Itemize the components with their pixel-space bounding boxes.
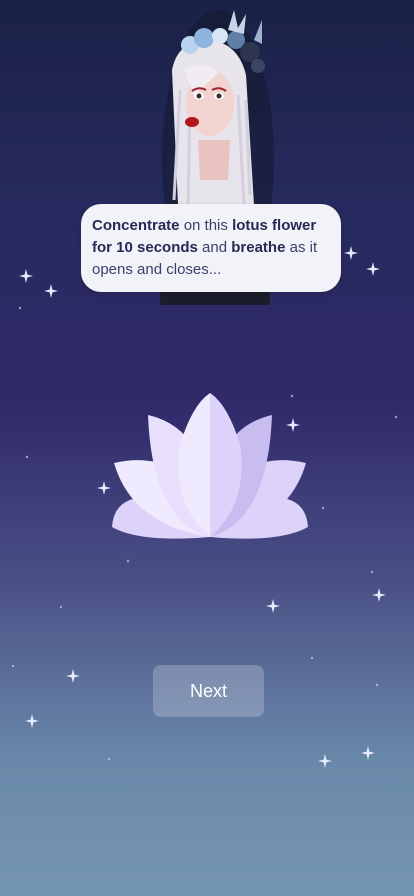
bubble-bold-concentrate: Concentrate [92,217,180,234]
sparkle-icon [318,754,332,768]
sparkle-icon [19,269,33,283]
sparkle-icon [66,669,80,683]
instruction-bubble: Concentrate on this lotus flower for 10 … [81,204,341,292]
next-button[interactable]: Next [153,665,264,717]
bubble-bold-breathe: breathe [231,239,286,256]
lotus-flower-icon [112,393,308,539]
sparkle-icon [372,588,386,602]
sparkle-icon [361,746,375,760]
sparkle-icon [344,246,358,260]
sparkle-icon [266,599,280,613]
bubble-text: on this [179,217,233,234]
sparkle-icon [366,262,380,276]
sparkle-icon [44,284,58,298]
bubble-text: and [197,239,232,256]
sparkle-icon [25,714,39,728]
